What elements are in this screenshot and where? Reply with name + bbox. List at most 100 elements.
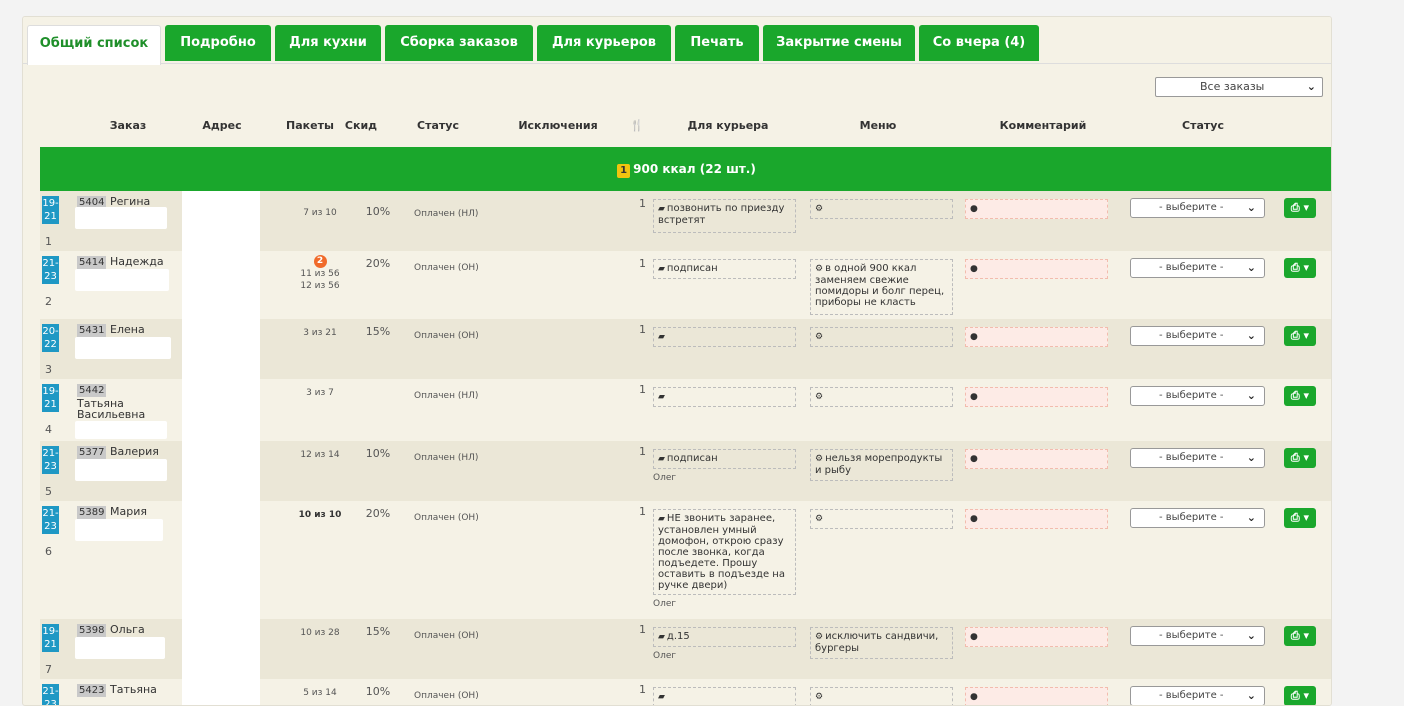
time-slot-badge: 19-21 (42, 196, 59, 224)
print-button[interactable]: ⎙ ▾ (1284, 198, 1316, 218)
courier-note[interactable]: ▰ позвонить по приезду встретят (653, 199, 796, 233)
print-button[interactable]: ⎙ ▾ (1284, 448, 1316, 468)
chevron-down-icon: ⌄ (1246, 261, 1256, 274)
menu-note[interactable]: ⚙ в одной 900 ккал заменяем свежие помидо… (810, 259, 953, 315)
tab-kitchen[interactable]: Для кухни (275, 25, 381, 61)
row-number: 1 (45, 235, 52, 248)
order-status-value: - выберите - (1159, 202, 1224, 213)
payment-status: Оплачен (ОН) (414, 513, 479, 523)
courier-note[interactable]: ▰ д.15 (653, 627, 796, 647)
order-id[interactable]: 5414 (77, 256, 107, 269)
table-row[interactable]: 21-23 5 5377 Валерия 12 из 14 10% Оплаче… (40, 441, 1331, 501)
print-button[interactable]: ⎙ ▾ (1284, 326, 1316, 346)
order-id[interactable]: 5377 (77, 446, 107, 459)
order-status-select[interactable]: - выберите - ⌄ (1130, 448, 1265, 468)
customer-name: Валерия (110, 445, 159, 458)
table-row[interactable]: 19-21 7 5398 Ольга 10 из 28 15% Оплачен … (40, 619, 1331, 679)
discount: 10% (365, 685, 391, 698)
printer-icon: ⎙ (1290, 511, 1300, 524)
comment-note[interactable]: ● (965, 327, 1108, 347)
discount: 20% (365, 257, 391, 270)
menu-note[interactable]: ⚙ (810, 387, 953, 407)
customer-info-field (75, 459, 167, 481)
courier-note[interactable]: ▰ (653, 327, 796, 347)
tab-shift-close[interactable]: Закрытие смены (763, 25, 915, 61)
comment-note[interactable]: ● (965, 199, 1108, 219)
order-status-value: - выберите - (1159, 690, 1224, 701)
comment-note[interactable]: ● (965, 627, 1108, 647)
order-id[interactable]: 5442 (77, 384, 107, 397)
order-status-select[interactable]: - выберите - ⌄ (1130, 686, 1265, 705)
cutlery-count: 1 (639, 683, 646, 696)
print-button[interactable]: ⎙ ▾ (1284, 686, 1316, 705)
cutlery-count: 1 (639, 323, 646, 336)
table-row[interactable]: 21-23 5423 Татьяна 5 из 14 10% Оплачен (… (40, 679, 1331, 705)
truck-icon: ▰ (658, 264, 665, 274)
address-cell (182, 319, 260, 379)
comment-note[interactable]: ● (965, 687, 1108, 705)
courier-note-text: д.15 (666, 631, 690, 642)
header-order-status: Статус (1182, 119, 1224, 132)
tab-order-assembly[interactable]: Сборка заказов (385, 25, 533, 61)
order-id[interactable]: 5389 (77, 506, 107, 519)
header-order: Заказ (109, 119, 147, 132)
print-button[interactable]: ⎙ ▾ (1284, 258, 1316, 278)
print-button[interactable]: ⎙ ▾ (1284, 626, 1316, 646)
table-row[interactable]: 21-23 2 5414 Надежда 2 11 из 56 12 из 56… (40, 251, 1331, 319)
comment-note[interactable]: ● (965, 259, 1108, 279)
print-button[interactable]: ⎙ ▾ (1284, 508, 1316, 528)
row-number: 7 (45, 663, 52, 676)
comment-note[interactable]: ● (965, 509, 1108, 529)
row-number: 4 (45, 423, 52, 436)
menu-note[interactable]: ⚙ (810, 327, 953, 347)
packets-count: 12 из 14 (300, 450, 340, 460)
order-status-select[interactable]: - выберите - ⌄ (1130, 508, 1265, 528)
courier-note[interactable]: ▰ подписан (653, 449, 796, 469)
address-cell (182, 379, 260, 441)
order-status-value: - выберите - (1159, 512, 1224, 523)
menu-note[interactable]: ⚙ (810, 687, 953, 705)
time-slot-badge: 21-23 (42, 506, 59, 534)
courier-note-text: подписан (666, 263, 718, 274)
table-row[interactable]: 21-23 6 5389 Мария 10 из 10 20% Оплачен … (40, 501, 1331, 619)
menu-note[interactable]: ⚙ нельзя морепродукты и рыбу (810, 449, 953, 481)
tab-print[interactable]: Печать (675, 25, 759, 61)
comment-note[interactable]: ● (965, 387, 1108, 407)
menu-note[interactable]: ⚙ исключить сандвичи, бургеры (810, 627, 953, 659)
order-id[interactable]: 5431 (77, 324, 107, 337)
courier-note[interactable]: ▰ НЕ звонить заранее, установлен умный до… (653, 509, 796, 595)
cutlery-count: 1 (639, 445, 646, 458)
table-row[interactable]: 19-21 4 5442 Татьяна Васильевна 3 из 7 О… (40, 379, 1331, 441)
speech-bubble-icon: ● (970, 632, 978, 642)
courier-note[interactable]: ▰ подписан (653, 259, 796, 279)
menu-note[interactable]: ⚙ (810, 199, 953, 219)
payment-status: Оплачен (ОН) (414, 331, 479, 341)
print-button[interactable]: ⎙ ▾ (1284, 386, 1316, 406)
order-id[interactable]: 5398 (77, 624, 107, 637)
row-number: 6 (45, 545, 52, 558)
table-row[interactable]: 19-21 1 5404 Регина 7 из 10 10% Оплачен … (40, 191, 1331, 251)
order-status-select[interactable]: - выберите - ⌄ (1130, 198, 1265, 218)
orders-filter-select[interactable]: Все заказы ⌄ (1155, 77, 1323, 97)
order-id[interactable]: 5423 (77, 684, 107, 697)
payment-status: Оплачен (ОН) (414, 691, 479, 701)
speech-bubble-icon: ● (970, 332, 978, 342)
order-status-select[interactable]: - выберите - ⌄ (1130, 258, 1265, 278)
cutlery-count: 1 (639, 505, 646, 518)
customer-info-field (75, 269, 169, 291)
tab-couriers[interactable]: Для курьеров (537, 25, 671, 61)
printer-icon: ⎙ (1290, 629, 1300, 642)
tab-general-list[interactable]: Общий список (27, 25, 161, 65)
printer-icon: ⎙ (1290, 261, 1300, 274)
order-status-select[interactable]: - выберите - ⌄ (1130, 386, 1265, 406)
table-row[interactable]: 20-22 3 5431 Елена 3 из 21 15% Оплачен (… (40, 319, 1331, 379)
courier-note[interactable]: ▰ (653, 687, 796, 705)
courier-note[interactable]: ▰ (653, 387, 796, 407)
menu-note-text: в одной 900 ккал заменяем свежие помидор… (815, 263, 945, 308)
order-status-select[interactable]: - выберите - ⌄ (1130, 626, 1265, 646)
tab-detailed[interactable]: Подробно (165, 25, 271, 61)
tab-since-yesterday[interactable]: Со вчера (4) (919, 25, 1039, 61)
comment-note[interactable]: ● (965, 449, 1108, 469)
menu-note[interactable]: ⚙ (810, 509, 953, 529)
order-status-select[interactable]: - выберите - ⌄ (1130, 326, 1265, 346)
